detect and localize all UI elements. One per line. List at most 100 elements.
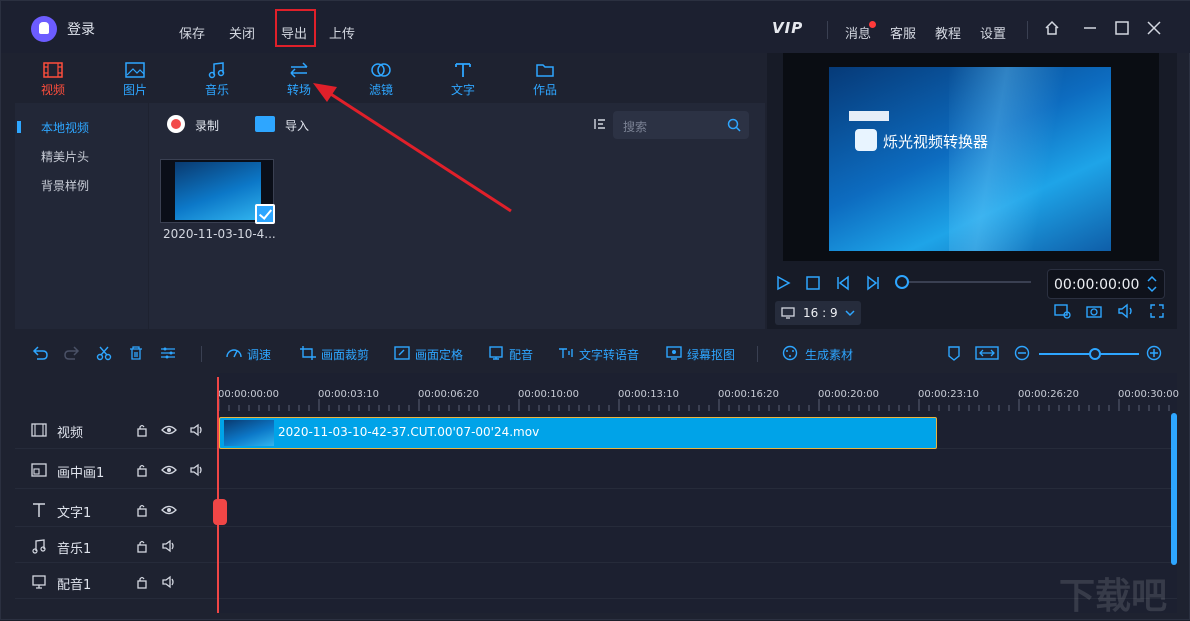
progress-track[interactable] (903, 281, 1031, 283)
text-icon (455, 63, 471, 77)
lock-icon[interactable] (135, 423, 149, 440)
scissors-icon[interactable] (95, 345, 113, 361)
playhead[interactable] (217, 377, 219, 613)
close-menu[interactable]: 关闭 (229, 23, 255, 42)
progress-knob[interactable] (895, 275, 909, 289)
text-to-speech-button[interactable]: 文字转语音 (579, 346, 639, 363)
ruler-label: 00:00:26:20 (1018, 389, 1080, 400)
music-icon (208, 62, 225, 79)
lock-icon[interactable] (135, 539, 149, 556)
lock-icon[interactable] (135, 503, 149, 520)
playhead-handle[interactable] (213, 499, 227, 525)
aspect-ratio-value: 16 : 9 (803, 306, 838, 320)
undo-icon[interactable] (31, 345, 49, 361)
play-icon[interactable] (775, 275, 791, 291)
tab-transition[interactable]: 转场 (269, 61, 329, 98)
zoom-out-icon[interactable] (1013, 345, 1031, 361)
lock-icon[interactable] (135, 463, 149, 480)
support-link[interactable]: 客服 (890, 23, 916, 42)
record-button[interactable]: 录制 (195, 117, 219, 134)
dubbing-button[interactable]: 配音 (509, 346, 533, 363)
tab-music[interactable]: 音乐 (187, 61, 247, 98)
timeline-scrollbar[interactable] (1171, 413, 1177, 565)
speaker-icon[interactable] (189, 463, 205, 480)
speed-button[interactable]: 调速 (247, 346, 271, 363)
prev-frame-icon[interactable] (835, 275, 851, 291)
fullscreen-icon[interactable] (1149, 303, 1165, 319)
fit-timeline-icon[interactable] (975, 345, 999, 361)
clip-thumbnail (224, 420, 274, 446)
vip-badge[interactable]: VIP (772, 19, 803, 37)
timecode-box[interactable]: 00:00:00:00 (1047, 269, 1165, 299)
track-name: 文字1 (57, 506, 92, 521)
search-box[interactable]: 搜索 (613, 111, 749, 139)
zoom-slider-knob[interactable] (1089, 348, 1101, 360)
aspect-ratio-select[interactable]: 16 : 9 (775, 301, 861, 325)
lock-icon[interactable] (135, 575, 149, 592)
tab-filter[interactable]: 滤镜 (351, 61, 411, 98)
stop-icon[interactable] (805, 275, 821, 291)
login-link[interactable]: 登录 (67, 19, 95, 39)
timecode: 00:00:00:00 (1054, 277, 1140, 293)
tab-image[interactable]: 图片 (105, 61, 165, 98)
video-clip[interactable]: 2020-11-03-10-42-37.CUT.00'07-00'24.mov (219, 417, 937, 449)
search-input[interactable]: 搜索 (623, 118, 647, 135)
maximize-icon[interactable] (1113, 19, 1131, 37)
close-icon[interactable] (1145, 19, 1163, 37)
sort-icon[interactable] (593, 117, 607, 131)
freeze-frame-icon (394, 346, 410, 360)
tab-label: 作品 (532, 83, 557, 97)
zoom-in-icon[interactable] (1145, 345, 1163, 361)
eye-icon[interactable] (161, 503, 177, 520)
settings-link[interactable]: 设置 (980, 23, 1006, 42)
ruler-label: 00:00:06:20 (418, 389, 480, 400)
film-icon (43, 62, 63, 78)
snapshot-icon[interactable] (1085, 303, 1103, 319)
eye-icon[interactable] (161, 463, 177, 480)
record-icon[interactable] (167, 115, 185, 133)
home-icon[interactable] (1043, 19, 1061, 37)
nav-local-video[interactable]: 本地视频 (41, 119, 89, 136)
speaker-icon[interactable] (161, 575, 177, 592)
marker-icon[interactable] (945, 345, 963, 361)
messages-link[interactable]: 消息 (845, 23, 871, 42)
upload-menu[interactable]: 上传 (329, 23, 355, 42)
green-screen-button[interactable]: 绿幕抠图 (687, 346, 735, 363)
next-frame-icon[interactable] (865, 275, 881, 291)
search-icon[interactable] (727, 118, 741, 132)
media-thumbnail[interactable] (160, 159, 275, 224)
track-music: 音乐1 (15, 527, 1177, 563)
track-name: 音乐1 (57, 542, 92, 557)
eye-icon[interactable] (161, 423, 177, 440)
freeze-frame-button[interactable]: 画面定格 (415, 346, 463, 363)
generate-material-button[interactable]: 生成素材 (805, 346, 853, 363)
nav-intros[interactable]: 精美片头 (41, 148, 89, 165)
media-library-panel: 录制 导入 搜索 2020-11-03-10-4... (149, 103, 765, 329)
speaker-icon[interactable] (189, 423, 205, 440)
selected-check-icon[interactable] (255, 204, 275, 224)
divider (757, 346, 758, 362)
time-spinner-icon[interactable] (1146, 274, 1158, 294)
track-text: 文字1 (15, 491, 1177, 527)
redo-icon[interactable] (63, 345, 81, 361)
import-folder-icon[interactable] (255, 116, 275, 132)
tab-video[interactable]: 视频 (23, 61, 83, 98)
preview-settings-icon[interactable] (1053, 303, 1071, 319)
tutorial-link[interactable]: 教程 (935, 23, 961, 42)
delete-icon[interactable] (127, 345, 145, 361)
tab-text[interactable]: 文字 (433, 61, 493, 98)
volume-icon[interactable] (1117, 303, 1135, 319)
speaker-icon[interactable] (161, 539, 177, 556)
minimize-icon[interactable] (1081, 19, 1099, 37)
crop-button[interactable]: 画面裁剪 (321, 346, 369, 363)
ruler-label: 00:00:16:20 (718, 389, 780, 400)
import-button[interactable]: 导入 (285, 117, 309, 134)
chevron-down-icon (845, 310, 855, 317)
save-menu[interactable]: 保存 (179, 23, 205, 42)
tab-works[interactable]: 作品 (515, 61, 575, 98)
track-name: 配音1 (57, 578, 92, 593)
nav-backgrounds[interactable]: 背景样例 (41, 177, 89, 194)
adjust-icon[interactable] (159, 345, 177, 361)
user-avatar-icon[interactable] (31, 16, 57, 42)
playback-controls: 00:00:00:00 16 : 9 (767, 269, 1177, 329)
